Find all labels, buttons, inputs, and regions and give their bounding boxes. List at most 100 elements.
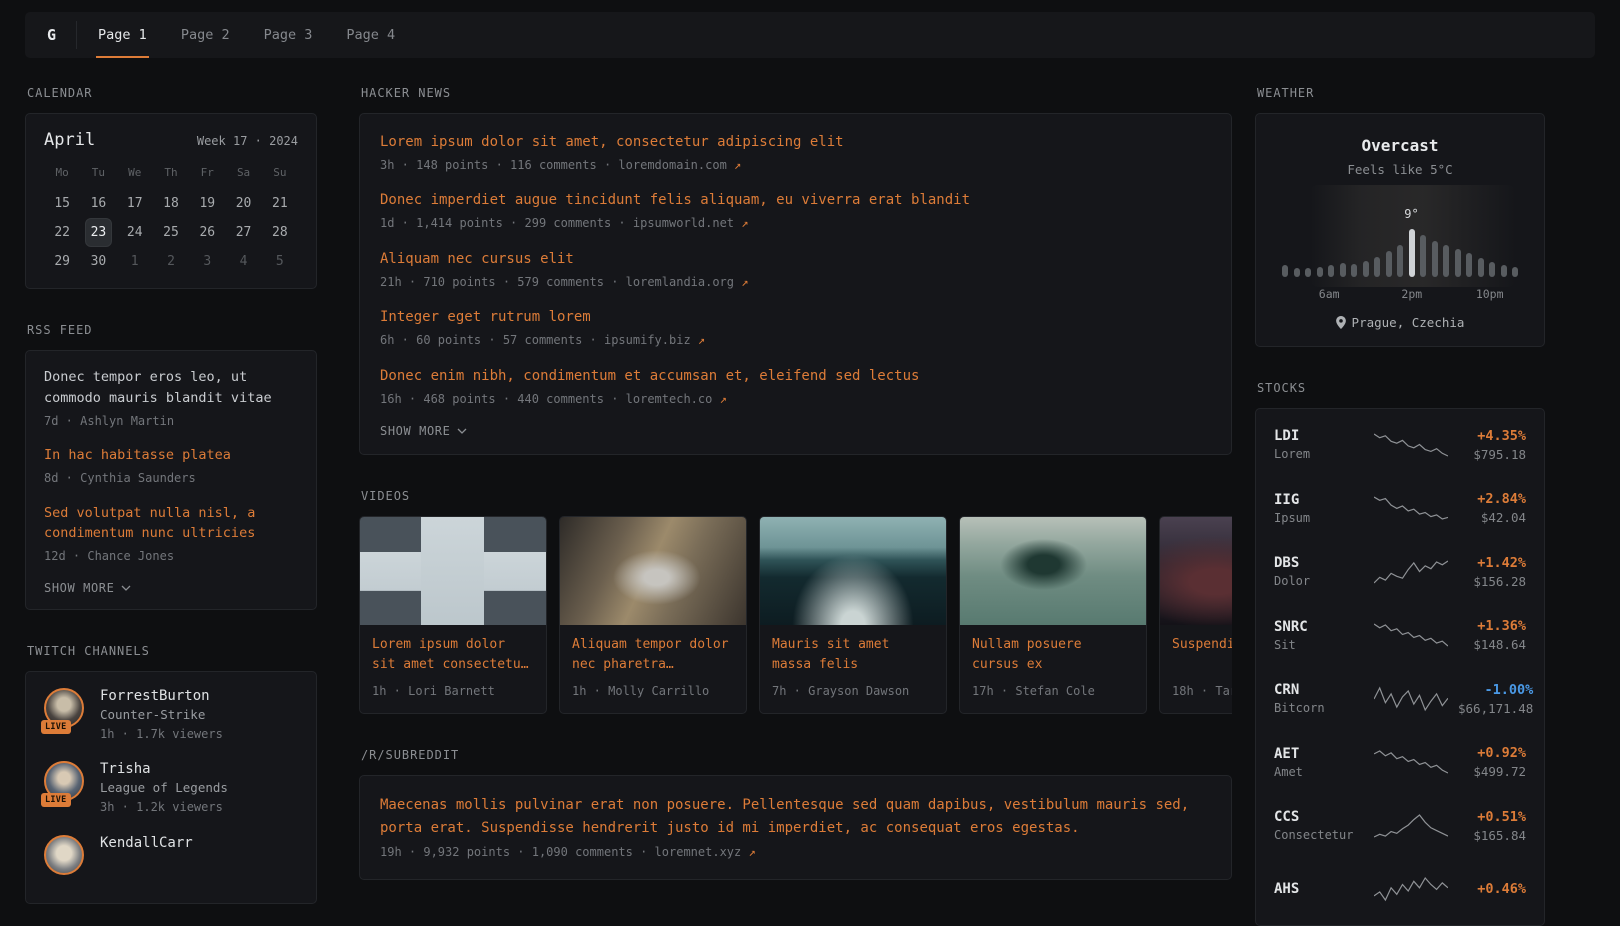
tab-page-1[interactable]: Page 1 [81,12,164,58]
tab-page-4[interactable]: Page 4 [329,12,412,58]
stock-row[interactable]: CRN Bitcorn -1.00% $66,171.48 [1274,667,1526,731]
rss-item-meta: 7d · Ashlyn Martin [44,413,298,430]
hn-item-domain[interactable]: loremdomain.com ↗ [618,158,741,172]
video-card[interactable]: Mauris sit amet massa felis 7h · Grayson… [759,516,947,714]
chevron-down-icon [457,428,467,434]
calendar-day[interactable]: 29 [44,247,80,276]
calendar-day-selected[interactable]: 23 [85,218,111,247]
tab-page-3[interactable]: Page 3 [247,12,330,58]
hn-item-domain[interactable]: loremlandia.org ↗ [626,275,749,289]
subreddit-section-label: /R/SUBREDDIT [361,748,1232,762]
external-link-icon: ↗ [741,216,748,230]
hackernews-show-more-button[interactable]: SHOW MORE [380,424,1211,438]
calendar-day[interactable]: 21 [262,189,298,218]
stock-change: +1.36% [1458,618,1526,634]
hn-item-meta: 21h · 710 points · 579 comments · loreml… [380,274,1211,291]
hn-item: Donec imperdiet augue tincidunt felis al… [380,190,1211,232]
stock-row[interactable]: AET Amet +0.92% $499.72 [1274,731,1526,795]
rss-item-meta: 8d · Cynthia Saunders [44,470,298,487]
hn-item-domain[interactable]: loremtech.co ↗ [626,392,727,406]
video-card[interactable]: Suspendisse diam 18h · Tara [1159,516,1232,714]
video-title: Suspendisse diam [1172,635,1232,675]
right-column: WEATHER Overcast Feels like 5°C [1255,86,1545,926]
hn-item-title[interactable]: Donec enim nibh, condimentum et accumsan… [380,366,1211,387]
calendar-day[interactable]: 4 [225,247,261,276]
calendar-day[interactable]: 25 [153,218,189,247]
twitch-channel[interactable]: LIVE ForrestBurton Counter-Strike 1h · 1… [44,688,298,743]
stock-change: +0.46% [1458,881,1526,897]
calendar-weekday-label: Su [262,162,298,189]
stock-values: -1.00% $66,171.48 [1458,682,1533,716]
stock-row[interactable]: SNRC Sit +1.36% $148.64 [1274,604,1526,668]
video-thumbnail [1160,517,1232,625]
video-title: Mauris sit amet massa felis [772,635,934,675]
calendar-day[interactable]: 16 [80,189,116,218]
video-meta: 1h · Molly Carrillo [572,683,734,700]
video-card[interactable]: Nullam posuere cursus ex 17h · Stefan Co… [959,516,1147,714]
calendar-day[interactable]: 3 [189,247,225,276]
twitch-channel[interactable]: KendallCarr [44,835,298,875]
weather-peak-temp: 9° [1404,207,1418,221]
calendar-day[interactable]: 24 [117,218,153,247]
stock-price: $148.64 [1458,637,1526,652]
calendar-day[interactable]: 2 [153,247,189,276]
calendar-day[interactable]: 27 [225,218,261,247]
hn-item-domain[interactable]: ipsumworld.net ↗ [633,216,749,230]
calendar-weekday-label: Th [153,162,189,189]
rss-item-title[interactable]: Sed volutpat nulla nisl, a condimentum n… [44,503,298,545]
calendar-day[interactable]: 5 [262,247,298,276]
avatar: LIVE [44,688,86,728]
stock-row[interactable]: DBS Dolor +1.42% $156.28 [1274,540,1526,604]
stock-row[interactable]: AHS +0.46% [1274,858,1526,922]
stock-sparkline [1374,748,1448,776]
avatar: LIVE [44,761,86,801]
calendar-day[interactable]: 28 [262,218,298,247]
stock-ticker: DBS [1274,555,1364,571]
stock-values: +4.35% $795.18 [1458,428,1526,462]
calendar-day[interactable]: 30 [80,247,116,276]
weather-hour-bar [1420,235,1426,277]
stocks-card: LDI Lorem +4.35% $795.18 IIG Ipsum +2.84… [1255,408,1545,926]
subreddit-post: Maecenas mollis pulvinar erat non posuer… [380,794,1211,862]
subreddit-post-title[interactable]: Maecenas mollis pulvinar erat non posuer… [380,794,1211,840]
rss-show-more-button[interactable]: SHOW MORE [44,581,298,595]
subreddit-post-domain[interactable]: loremnet.xyz ↗ [655,845,756,859]
calendar-day[interactable]: 20 [225,189,261,218]
tab-page-2[interactable]: Page 2 [164,12,247,58]
stock-row[interactable]: IIG Ipsum +2.84% $42.04 [1274,477,1526,541]
rss-item-title[interactable]: In hac habitasse platea [44,445,298,466]
weather-section-label: WEATHER [1257,86,1545,100]
stock-name: Ipsum [1274,511,1364,525]
hn-item-title[interactable]: Lorem ipsum dolor sit amet, consectetur … [380,132,1211,153]
video-card[interactable]: Lorem ipsum dolor sit amet consectetu… 1… [359,516,547,714]
calendar-day[interactable]: 26 [189,218,225,247]
weather-location-label: Prague, Czechia [1352,315,1465,330]
hn-item-meta: 16h · 468 points · 440 comments · loremt… [380,391,1211,408]
hn-item-title[interactable]: Donec imperdiet augue tincidunt felis al… [380,190,1211,211]
middle-column: HACKER NEWS Lorem ipsum dolor sit amet, … [359,86,1232,880]
calendar-day[interactable]: 19 [189,189,225,218]
calendar-day[interactable]: 15 [44,189,80,218]
stock-identity: CRN Bitcorn [1274,682,1364,715]
calendar-day[interactable]: 17 [117,189,153,218]
video-card[interactable]: Aliquam tempor dolor nec pharetra… 1h · … [559,516,747,714]
twitch-channel[interactable]: LIVE Trisha League of Legends 3h · 1.2k … [44,761,298,816]
stock-row[interactable]: CCS Consectetur +0.51% $165.84 [1274,794,1526,858]
channel-info: KendallCarr [100,835,193,851]
stock-row[interactable]: LDI Lorem +4.35% $795.18 [1274,413,1526,477]
video-thumbnail [360,517,546,625]
calendar-day[interactable]: 22 [44,218,80,247]
hn-item-title[interactable]: Aliquam nec cursus elit [380,249,1211,270]
hn-item-title[interactable]: Integer eget rutrum lorem [380,307,1211,328]
stock-change: +1.42% [1458,555,1526,571]
hn-item-domain[interactable]: ipsumify.biz ↗ [604,333,705,347]
video-info: Suspendisse diam 18h · Tara [1160,625,1232,712]
hn-item: Integer eget rutrum lorem 6h · 60 points… [380,307,1211,349]
stock-sparkline [1374,558,1448,586]
weather-hour-bar [1466,253,1472,277]
calendar-day[interactable]: 1 [117,247,153,276]
live-badge: LIVE [41,793,71,807]
rss-item-title[interactable]: Donec tempor eros leo, ut commodo mauris… [44,367,298,409]
stock-sparkline [1374,431,1448,459]
calendar-day[interactable]: 18 [153,189,189,218]
